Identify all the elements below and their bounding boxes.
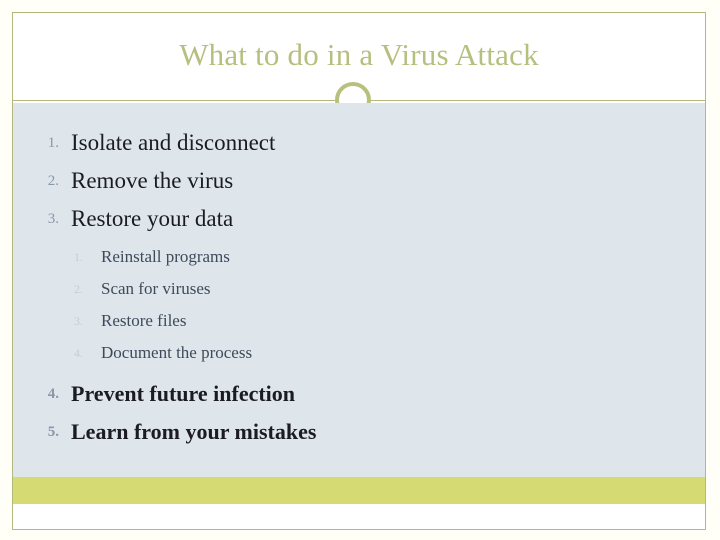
footer-band — [13, 477, 705, 504]
sub-list-item-label: Reinstall programs — [101, 247, 230, 266]
sub-list-item: 2. Scan for viruses — [13, 273, 705, 305]
sub-list-item-number: 1. — [74, 250, 83, 264]
main-list-top: 1. Isolate and disconnect 2. Remove the … — [13, 124, 705, 238]
sub-list-item: 3. Restore files — [13, 305, 705, 337]
sub-list-item: 1. Reinstall programs — [13, 241, 705, 273]
list-item-label: Prevent future infection — [71, 381, 296, 406]
list-item-number: 1. — [47, 135, 59, 151]
list-item-label: Isolate and disconnect — [71, 130, 276, 155]
list-item-number: 3. — [47, 211, 59, 227]
list-item-label: Remove the virus — [71, 168, 234, 193]
sub-list-item-label: Restore files — [101, 311, 187, 330]
list-item-label: Learn from your mistakes — [71, 419, 317, 444]
sub-list: 1. Reinstall programs 2. Scan for viruse… — [13, 241, 705, 369]
sub-list-item: 4. Document the process — [13, 337, 705, 369]
page-title: What to do in a Virus Attack — [179, 37, 539, 72]
list-item: 5. Learn from your mistakes — [13, 413, 705, 451]
list-item: 2. Remove the virus — [13, 162, 705, 200]
main-list-bottom: 4. Prevent future infection 5. Learn fro… — [13, 375, 705, 451]
sub-list-item-number: 2. — [74, 282, 83, 296]
content-body: 1. Isolate and disconnect 2. Remove the … — [13, 103, 705, 504]
list-item: 4. Prevent future infection — [13, 375, 705, 413]
list-item-label: Restore your data — [71, 206, 234, 231]
sub-list-item-number: 4. — [74, 346, 83, 360]
list-item-number: 4. — [47, 386, 59, 402]
sub-list-item-label: Scan for viruses — [101, 279, 211, 298]
slide-frame: What to do in a Virus Attack 1. Isolate … — [12, 12, 706, 530]
list-item: 1. Isolate and disconnect — [13, 124, 705, 162]
sub-list-item-label: Document the process — [101, 343, 253, 362]
list-item-number: 2. — [47, 173, 59, 189]
list-item: 3. Restore your data — [13, 200, 705, 238]
sub-list-item-number: 3. — [74, 314, 83, 328]
list-item-number: 5. — [47, 424, 59, 440]
